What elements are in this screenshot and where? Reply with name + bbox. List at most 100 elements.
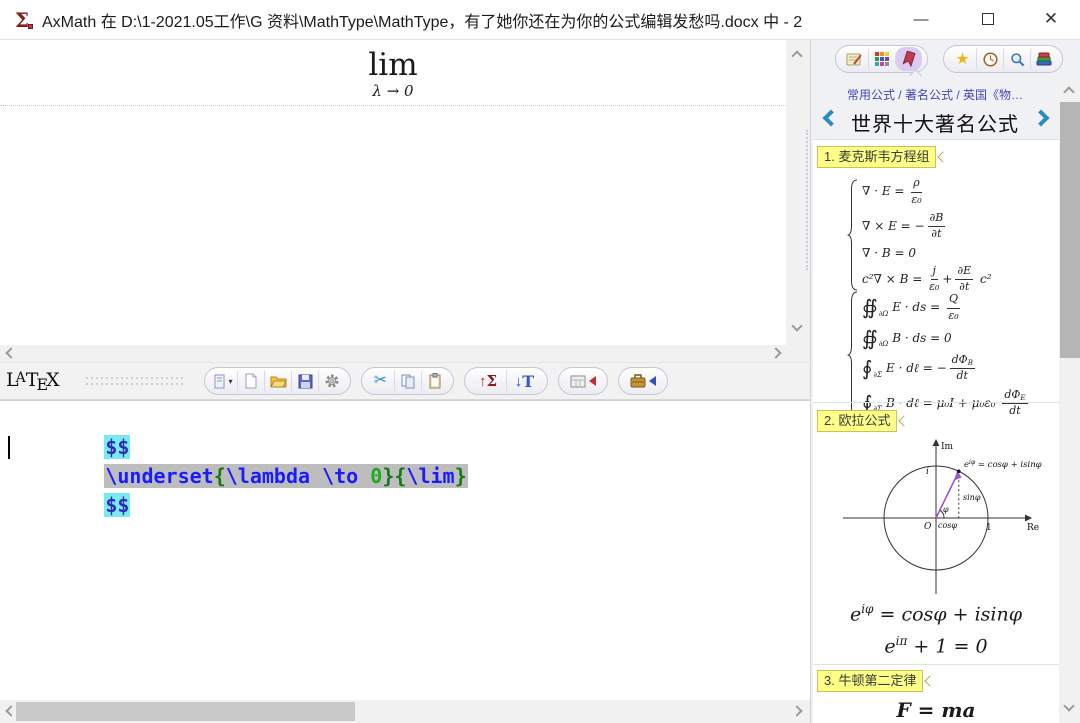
panel-splitter[interactable]: [806, 130, 808, 270]
euler-unit-circle-diagram[interactable]: Im Re i 1 O φ sinφ cosφ eiφ = cosφ + isi…: [813, 436, 1059, 598]
sidebar-toolbar: ★: [811, 44, 1080, 80]
minimize-icon: —: [914, 11, 929, 28]
svg-text:1: 1: [986, 523, 992, 533]
clock-icon: [983, 52, 998, 67]
scroll-left-icon[interactable]: [5, 347, 16, 358]
newton-second-law-formula[interactable]: F = ma: [813, 698, 1059, 722]
maxwell-integral-equations[interactable]: ∯∂Ω E · ds = Qε₀ ∯∂Ω B · ds = 0 ∮∂Σ E · …: [847, 290, 1031, 420]
latex-code-editor[interactable]: $$ \underset{\lambda \to 0}{\lim} $$: [0, 400, 810, 700]
symbols-library-button[interactable]: [868, 47, 895, 71]
bookmark-icon: [902, 51, 916, 67]
menu-icon: [214, 374, 227, 389]
open-file-button[interactable]: [264, 369, 291, 393]
scrollbar-thumb[interactable]: [16, 702, 355, 721]
handwriting-button[interactable]: [841, 47, 868, 71]
equation-row: ∯∂Ω E · ds = Qε₀: [862, 293, 1031, 322]
books-icon: [1036, 52, 1052, 66]
section-label-maxwell: 1. 麦克斯韦方程组: [817, 146, 936, 168]
collection-title[interactable]: 世界十大著名公式: [811, 108, 1059, 137]
sidebar-vertical-scrollbar[interactable]: [1059, 80, 1080, 723]
settings-button[interactable]: [318, 369, 345, 393]
scroll-left-icon[interactable]: [5, 705, 16, 716]
formula-lim: lim: [0, 48, 786, 82]
new-document-button[interactable]: [237, 369, 264, 393]
breadcrumb-common[interactable]: 常用公式: [847, 88, 895, 102]
svg-text:Re: Re: [1027, 523, 1039, 533]
scroll-up-icon[interactable]: [1063, 86, 1074, 97]
clipboard-button-group: ✂: [361, 367, 454, 395]
breadcrumb-uk-physics[interactable]: 英国《物…: [963, 88, 1023, 102]
export-menu-button[interactable]: ▾: [210, 369, 237, 393]
briefcase-icon: [630, 374, 646, 388]
clipboard-icon: [428, 373, 442, 389]
formula-preview-pane[interactable]: lim λ → 0: [0, 40, 786, 345]
scroll-down-icon[interactable]: [1063, 700, 1074, 711]
maximize-button[interactable]: [965, 2, 1011, 36]
favorites-button[interactable]: ★: [949, 47, 976, 71]
scroll-down-icon[interactable]: [791, 320, 802, 331]
transfer-button-group: ↑ Σ ↓ T: [464, 367, 548, 395]
close-button[interactable]: ✕: [1028, 2, 1074, 36]
equation-row: ∮∂Σ E · dℓ = − dΦBdt: [862, 354, 1031, 383]
euler-formula[interactable]: eiφ = cosφ + isinφ: [813, 602, 1059, 625]
preview-horizontal-scrollbar[interactable]: [0, 345, 810, 362]
svg-text:Im: Im: [941, 442, 954, 452]
dropdown-arrow-icon: ▾: [228, 377, 232, 386]
scrollbar-thumb[interactable]: [1060, 102, 1080, 358]
label-notch-icon: [925, 675, 936, 686]
point-equation-label: eiφ = cosφ + isinφ: [964, 459, 1042, 470]
section-label-newton: 3. 牛顿第二定律: [817, 670, 923, 692]
equation-row: ∇ · B = 0: [862, 247, 992, 259]
down-arrow-icon: ↓: [515, 373, 523, 390]
collapse-left-icon: [649, 376, 656, 386]
library-button[interactable]: [1030, 47, 1057, 71]
note-pencil-icon: [846, 52, 863, 66]
symbol-panel-icon: [570, 375, 586, 388]
toolbar-grip[interactable]: [86, 377, 186, 385]
maxwell-differential-equations[interactable]: ∇ · E = ρε₀ ∇ × E = − ∂B∂t ∇ · B = 0 c²∇…: [847, 174, 992, 296]
formula-library-sidebar: ★ 常用公式 / 著名公式 / 英国《物… 世界十大著名公式: [810, 40, 1080, 723]
close-icon: ✕: [1044, 9, 1058, 29]
copy-button[interactable]: [394, 369, 421, 393]
paste-button[interactable]: [421, 369, 448, 393]
scroll-up-icon[interactable]: [791, 50, 802, 61]
text-t-icon: T: [522, 372, 534, 391]
magnifier-icon: [1010, 52, 1025, 67]
minimize-button[interactable]: —: [898, 2, 944, 36]
copy-icon: [400, 373, 416, 389]
logo-sigma: Σ: [15, 8, 29, 32]
editor-region: lim λ → 0 LATEX ▾: [0, 40, 810, 723]
up-arrow-icon: ↑: [479, 373, 487, 390]
dollar-delimiter: $$: [104, 493, 130, 517]
open-folder-icon: [270, 374, 287, 388]
fetch-from-document-button[interactable]: ↓ T: [506, 369, 542, 393]
axmath-window: Σ AxMath 在 D:\1-2021.05工作\G 资料\MathType\…: [0, 0, 1080, 723]
scroll-right-icon[interactable]: [770, 347, 781, 358]
svg-text:φ: φ: [943, 505, 949, 514]
panel-tools-group: ★: [943, 45, 1063, 73]
system-brace: [847, 291, 858, 419]
axmath-logo-icon: Σ: [10, 8, 34, 32]
euler-identity[interactable]: eiπ + 1 = 0: [813, 634, 1059, 657]
toolbox-toggle-button[interactable]: [624, 369, 662, 393]
breadcrumb-famous[interactable]: 著名公式: [905, 88, 953, 102]
new-document-icon: [244, 373, 258, 389]
send-to-document-button[interactable]: ↑ Σ: [470, 369, 506, 393]
search-button[interactable]: [1003, 47, 1030, 71]
label-notch-icon: [938, 151, 949, 162]
editor-horizontal-scrollbar[interactable]: [0, 700, 810, 723]
page-margin-dotted-line: [0, 105, 786, 106]
svg-text:cosφ: cosφ: [938, 521, 957, 530]
gear-icon: [324, 373, 340, 389]
section-label-euler: 2. 欧拉公式: [817, 410, 897, 432]
maximize-icon: [982, 13, 994, 25]
save-button[interactable]: [291, 369, 318, 393]
file-button-group: ▾: [204, 367, 351, 395]
history-button[interactable]: [976, 47, 1003, 71]
symbol-panel-toggle-button[interactable]: [564, 369, 602, 393]
cut-button[interactable]: ✂: [367, 369, 394, 393]
scroll-right-icon[interactable]: [791, 705, 802, 716]
famous-formulas-button[interactable]: [895, 47, 922, 71]
svg-text:i: i: [926, 467, 929, 477]
code-line-3: $$: [8, 462, 810, 491]
